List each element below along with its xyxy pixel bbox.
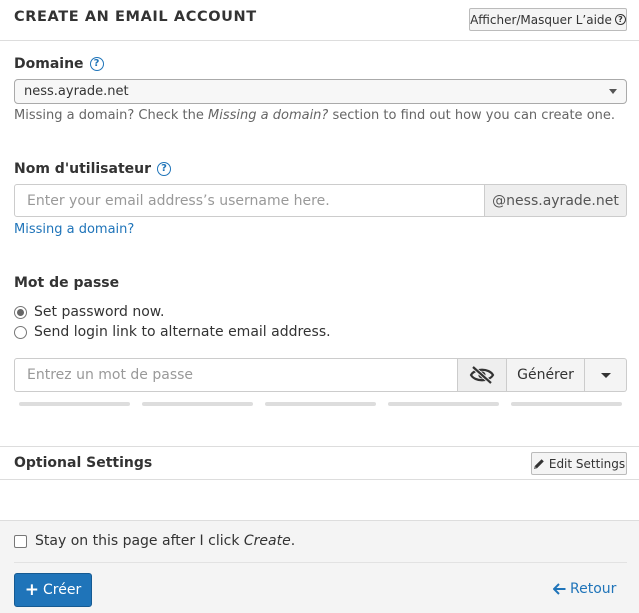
edit-settings-label: Edit Settings (548, 456, 626, 471)
eye-slash-icon (469, 365, 495, 385)
create-button[interactable]: + Créer (14, 573, 92, 607)
caret-down-icon (609, 89, 617, 94)
strength-segment (265, 402, 376, 406)
domain-hint-emphasis: Missing a domain? (208, 108, 329, 123)
create-label: Créer (43, 582, 82, 598)
password-label-text: Mot de passe (14, 275, 120, 291)
optional-settings-section: Optional Settings Edit Settings (0, 446, 639, 480)
footer-divider (14, 562, 627, 563)
username-input-group: @ness.ayrade.net (14, 184, 627, 217)
send-login-link-option[interactable]: Send login link to alternate email addre… (14, 324, 331, 340)
domain-hint-suffix: section to find out how you can create o… (328, 108, 616, 123)
toggle-help-button[interactable]: Afficher/Masquer L’aide ? (469, 8, 627, 31)
generator-options-button[interactable] (585, 358, 627, 392)
send-login-link-label: Send login link to alternate email addre… (34, 324, 331, 340)
username-label: Nom d'utilisateur ? (14, 161, 171, 177)
pencil-icon (533, 458, 544, 469)
password-label: Mot de passe (14, 275, 119, 291)
arrow-left-icon (553, 583, 566, 595)
set-password-label: Set password now. (34, 304, 165, 320)
domain-help-icon[interactable]: ? (89, 57, 104, 71)
stay-on-page-label: Stay on this page after I click Create. (35, 533, 295, 549)
stay-on-page-checkbox[interactable] (14, 534, 27, 548)
toggle-password-visibility-button[interactable] (458, 358, 507, 392)
back-label: Retour (570, 581, 617, 597)
plus-icon: + (24, 579, 40, 600)
password-strength-meter (19, 402, 622, 406)
strength-segment (511, 402, 622, 406)
toggle-help-label: Afficher/Masquer L’aide (470, 12, 612, 27)
domain-hint: Missing a domain? Check the Missing a do… (14, 108, 615, 123)
caret-down-icon (600, 372, 611, 378)
domain-label: Domaine ? (14, 56, 104, 72)
username-domain-addon: @ness.ayrade.net (485, 184, 627, 217)
back-link[interactable]: Retour (553, 581, 616, 597)
generate-password-button[interactable]: Générer (507, 358, 585, 392)
send-login-link-radio[interactable] (14, 325, 27, 339)
page-header: CREATE AN EMAIL ACCOUNT Afficher/Masquer… (0, 0, 639, 41)
set-password-option[interactable]: Set password now. (14, 304, 164, 320)
domain-select-value: ness.ayrade.net (24, 84, 129, 99)
question-circle-icon: ? (614, 14, 626, 25)
username-help-icon[interactable]: ? (157, 162, 171, 176)
domain-hint-prefix: Missing a domain? Check the (14, 108, 209, 123)
optional-settings-title: Optional Settings (14, 455, 153, 471)
domain-label-text: Domaine (14, 56, 84, 72)
missing-domain-link[interactable]: Missing a domain? (14, 222, 134, 237)
strength-segment (388, 402, 499, 406)
strength-segment (142, 402, 253, 406)
domain-select[interactable]: ness.ayrade.net (14, 79, 627, 104)
username-input[interactable] (14, 184, 485, 217)
password-input-group: Générer (14, 358, 627, 392)
stay-suffix: . (290, 533, 296, 549)
stay-on-page-option[interactable]: Stay on this page after I click Create. (14, 533, 295, 549)
stay-emphasis: Create (243, 533, 291, 549)
strength-segment (19, 402, 130, 406)
set-password-radio[interactable] (14, 305, 27, 319)
password-input[interactable] (14, 358, 458, 392)
edit-settings-button[interactable]: Edit Settings (531, 452, 627, 475)
page-title: CREATE AN EMAIL ACCOUNT (14, 9, 257, 25)
stay-prefix: Stay on this page after I click (35, 533, 244, 549)
username-label-text: Nom d'utilisateur (14, 161, 151, 177)
form-footer: Stay on this page after I click Create. … (0, 520, 639, 613)
